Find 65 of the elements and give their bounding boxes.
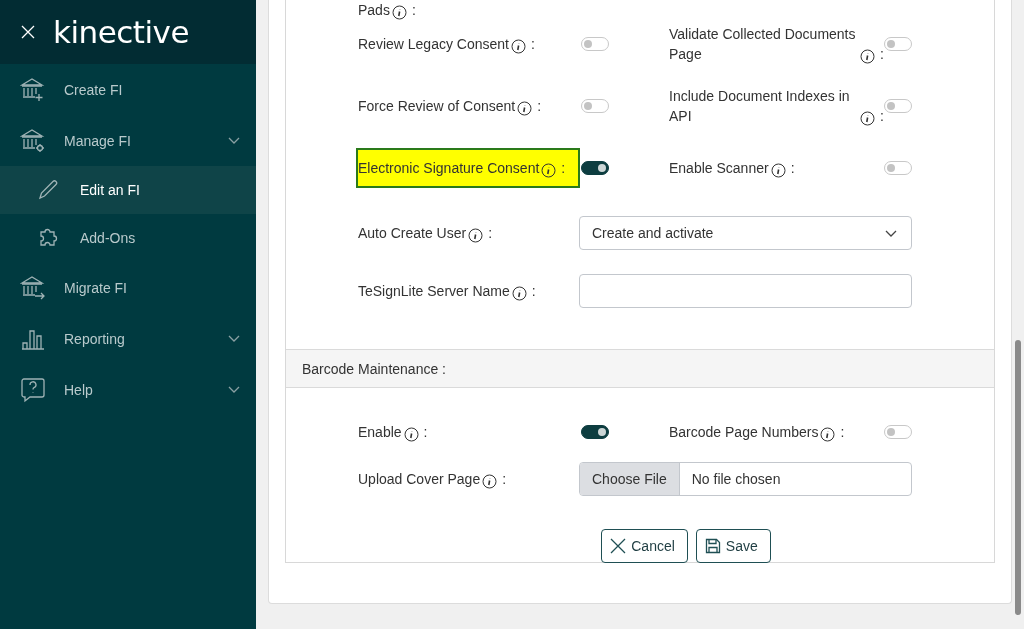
info-icon	[860, 111, 876, 126]
file-input[interactable]: Choose File No file chosen	[579, 462, 912, 496]
cancel-button[interactable]: Cancel	[601, 529, 688, 563]
colon: :	[531, 282, 536, 301]
colon: :	[880, 45, 884, 64]
colon: :	[488, 224, 493, 243]
logo: kinective	[53, 16, 189, 48]
colon: :	[531, 35, 535, 54]
choose-file-button[interactable]: Choose File	[580, 463, 680, 495]
chevron-down-icon	[885, 229, 897, 237]
info-icon	[482, 474, 498, 489]
text-field[interactable]	[579, 274, 912, 308]
section-title: Barcode Maintenance :	[302, 360, 446, 377]
close-icon	[21, 25, 35, 39]
colon: :	[423, 423, 428, 442]
info-icon	[468, 228, 484, 243]
scrollbar-thumb[interactable]	[1015, 340, 1021, 615]
colon: :	[880, 107, 884, 126]
nav-item[interactable]: Manage FI	[0, 115, 256, 166]
chevron-down-icon	[228, 137, 240, 144]
colon: :	[790, 159, 795, 178]
field-label: Review Legacy Consent	[358, 35, 509, 54]
colon: :	[537, 97, 542, 116]
nav-item[interactable]: Help	[0, 364, 256, 415]
bank-arrow-icon	[20, 274, 46, 301]
bank-plus-icon	[20, 76, 46, 103]
colon: :	[561, 159, 566, 178]
field-label: TeSignLite Server Name	[358, 282, 510, 301]
info-icon	[541, 163, 557, 178]
field-label: Electronic Signature Consent	[358, 159, 540, 178]
field-label: Auto Create User	[358, 224, 467, 243]
field-label: Enable	[358, 423, 402, 442]
field-label: Upload Cover Page	[358, 470, 481, 489]
close-icon	[610, 538, 627, 554]
info-icon	[511, 286, 527, 301]
info-icon	[770, 163, 786, 178]
toggle-switch[interactable]	[581, 161, 609, 175]
file-status: No file chosen	[690, 471, 781, 487]
colon: :	[840, 423, 845, 442]
field-label: Force Review of Consent	[358, 97, 516, 116]
colon: :	[502, 470, 507, 489]
info-icon	[403, 427, 419, 442]
nav-item[interactable]: Migrate FI	[0, 262, 256, 313]
chevron-down-icon	[228, 386, 240, 393]
toggle-switch[interactable]	[581, 425, 609, 439]
field-label: Pads	[358, 1, 390, 20]
nav-item[interactable]: Edit an FI	[0, 166, 256, 214]
field-label: Enable Scanner	[669, 159, 769, 178]
field-label: Validate Collected Documents Page	[669, 25, 857, 64]
dropdown[interactable]: Create and activate	[579, 216, 912, 250]
field-label: Barcode Page Numbers	[669, 423, 819, 442]
nav-item[interactable]: Reporting	[0, 313, 256, 364]
nav-item[interactable]: Create FI	[0, 64, 256, 115]
colon: :	[411, 1, 416, 20]
info-icon	[517, 101, 533, 116]
chevron-down-icon	[228, 335, 240, 342]
help-icon	[20, 376, 46, 403]
bank-gear-icon	[20, 127, 46, 154]
field-label: Include Document Indexes in API	[669, 87, 851, 126]
nav-item[interactable]: Add-Ons	[0, 214, 256, 262]
info-icon	[391, 5, 407, 20]
info-icon	[860, 49, 876, 64]
info-icon	[820, 427, 836, 442]
info-icon	[511, 39, 526, 54]
save-button[interactable]: Save	[695, 529, 771, 563]
